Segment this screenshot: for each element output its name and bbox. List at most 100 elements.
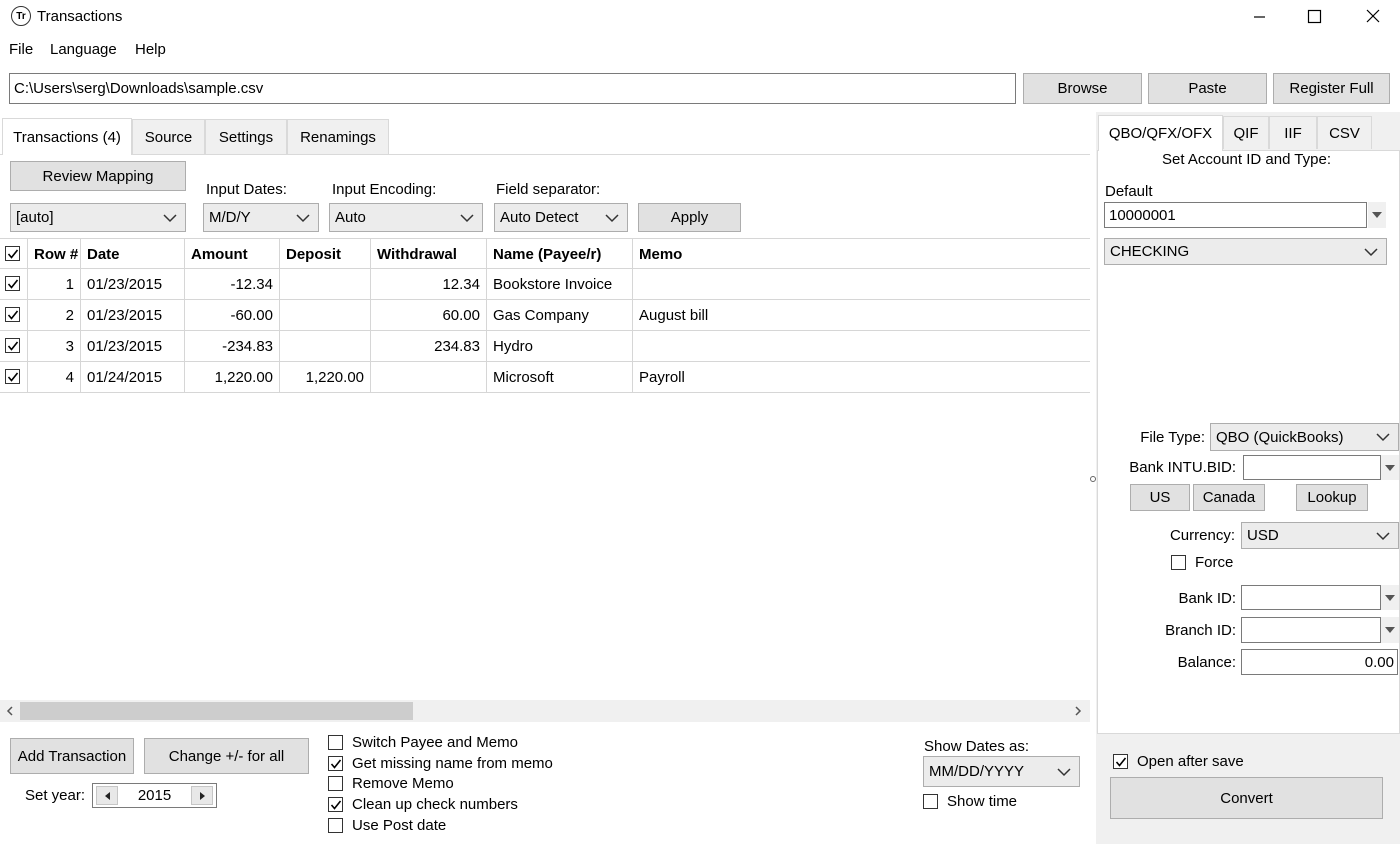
tab-renamings[interactable]: Renamings [287,119,389,154]
mapping-select[interactable]: [auto] [10,203,186,232]
year-decrement-button[interactable] [96,786,118,805]
field-separator-select[interactable]: Auto Detect [494,203,628,232]
option-label: Clean up check numbers [352,796,518,813]
row-checkbox[interactable] [5,276,20,291]
close-icon [1366,9,1380,23]
row-memo [633,331,1090,361]
bank-intu-dropdown[interactable] [1381,455,1399,480]
select-all-checkbox[interactable] [5,246,20,261]
option-use-post-date[interactable]: Use Post date [328,816,588,836]
table-row[interactable]: 4 01/24/2015 1,220.00 1,220.00 Microsoft… [0,362,1090,393]
row-checkbox[interactable] [5,338,20,353]
row-amount: -234.83 [185,331,280,361]
option-remove-memo[interactable]: Remove Memo [328,774,588,794]
column-header-row[interactable]: Row # [28,239,81,269]
show-dates-select[interactable]: MM/DD/YYYY [923,756,1080,787]
row-checkbox[interactable] [5,369,20,384]
tab-qif[interactable]: QIF [1223,116,1269,149]
currency-select[interactable]: USD [1241,522,1399,549]
balance-input[interactable]: 0.00 [1241,649,1398,675]
apply-button[interactable]: Apply [638,203,741,232]
register-full-button[interactable]: Register Full [1273,73,1390,104]
browse-button[interactable]: Browse [1023,73,1142,104]
account-type-select[interactable]: CHECKING [1104,238,1387,265]
table-row[interactable]: 3 01/23/2015 -234.83 234.83 Hydro [0,331,1090,362]
column-header-date[interactable]: Date [81,239,185,269]
checkmark-icon [1115,757,1127,767]
input-dates-select[interactable]: M/D/Y [203,203,319,232]
option-clean-check-numbers[interactable]: Clean up check numbers [328,795,588,815]
account-id-dropdown[interactable] [1368,202,1386,228]
table-row[interactable]: 1 01/23/2015 -12.34 12.34 Bookstore Invo… [0,269,1090,300]
row-date: 01/23/2015 [81,331,185,361]
option-get-missing-name[interactable]: Get missing name from memo [328,754,588,774]
row-checkbox[interactable] [5,307,20,322]
review-mapping-button[interactable]: Review Mapping [10,161,186,191]
tab-transactions[interactable]: Transactions (4) [2,118,132,155]
file-path-input[interactable]: C:\Users\serg\Downloads\sample.csv [9,73,1016,104]
paste-button[interactable]: Paste [1148,73,1267,104]
year-stepper[interactable]: 2015 [92,783,217,808]
tab-settings[interactable]: Settings [205,119,287,154]
scroll-right-icon[interactable] [1072,705,1084,717]
close-button[interactable] [1350,0,1396,34]
tab-qbo[interactable]: QBO/QFX/OFX [1098,115,1223,151]
us-button[interactable]: US [1130,484,1190,511]
option-switch-payee[interactable]: Switch Payee and Memo [328,733,588,753]
row-check-cell [0,300,28,330]
convert-button[interactable]: Convert [1110,777,1383,819]
add-transaction-button[interactable]: Add Transaction [10,738,134,774]
menu-language[interactable]: Language [50,41,117,58]
change-sign-button[interactable]: Change +/- for all [144,738,309,774]
account-id-input[interactable]: 10000001 [1104,202,1367,228]
show-time-checkbox[interactable] [923,794,938,809]
dropdown-arrow-icon [1385,594,1395,601]
row-deposit: 1,220.00 [280,362,371,392]
row-number: 4 [28,362,81,392]
bank-id-input[interactable] [1241,585,1381,610]
option-checkbox[interactable] [328,735,343,750]
option-checkbox[interactable] [328,818,343,833]
open-after-save-option[interactable]: Open after save [1113,752,1313,772]
open-after-save-checkbox[interactable] [1113,754,1128,769]
row-deposit [280,331,371,361]
option-checkbox[interactable] [328,756,343,771]
column-header-amount[interactable]: Amount [185,239,280,269]
column-header-memo[interactable]: Memo [633,239,1090,269]
file-type-select[interactable]: QBO (QuickBooks) [1210,423,1399,451]
bank-intu-input[interactable] [1243,455,1381,480]
option-label: Switch Payee and Memo [352,734,518,751]
balance-label: Balance: [1177,654,1236,671]
column-header-name[interactable]: Name (Payee/r) [487,239,633,269]
show-time-option[interactable]: Show time [923,792,1053,812]
year-increment-button[interactable] [191,786,213,805]
arrow-right-icon [199,791,205,800]
table-row[interactable]: 2 01/23/2015 -60.00 60.00 Gas Company Au… [0,300,1090,331]
force-option[interactable]: Force [1171,553,1271,573]
input-encoding-select[interactable]: Auto [329,203,483,232]
force-checkbox[interactable] [1171,555,1186,570]
minimize-button[interactable] [1236,0,1282,34]
option-checkbox[interactable] [328,797,343,812]
maximize-button[interactable] [1292,0,1338,34]
scroll-left-icon[interactable] [4,705,16,717]
column-header-withdrawal[interactable]: Withdrawal [371,239,487,269]
default-label: Default [1105,183,1153,200]
tab-iif[interactable]: IIF [1269,116,1317,149]
horizontal-scrollbar[interactable] [0,700,1090,722]
option-checkbox[interactable] [328,776,343,791]
grid-header: Row # Date Amount Deposit Withdrawal Nam… [0,238,1090,269]
canada-button[interactable]: Canada [1193,484,1265,511]
checkmark-icon [7,372,19,382]
branch-id-dropdown[interactable] [1381,617,1399,643]
tab-csv[interactable]: CSV [1317,116,1372,149]
branch-id-input[interactable] [1241,617,1381,643]
tab-source[interactable]: Source [132,119,205,154]
lookup-button[interactable]: Lookup [1296,484,1368,511]
column-header-deposit[interactable]: Deposit [280,239,371,269]
bank-id-dropdown[interactable] [1381,585,1399,610]
maximize-icon [1307,9,1322,24]
scrollbar-thumb[interactable] [20,702,413,720]
menu-file[interactable]: File [9,41,33,58]
menu-help[interactable]: Help [135,41,166,58]
